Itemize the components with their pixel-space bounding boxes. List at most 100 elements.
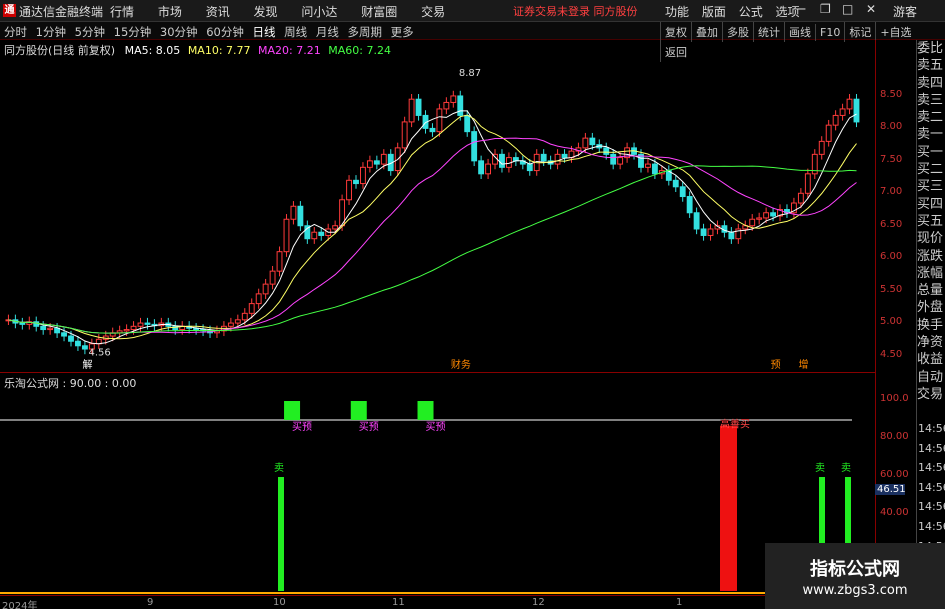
period-monthly[interactable]: 月线 bbox=[316, 25, 339, 39]
login-status[interactable]: 证券交易未登录 同方股份 bbox=[513, 3, 638, 19]
ma5-legend: MA5: 8.05 bbox=[124, 44, 181, 57]
candle-body bbox=[450, 95, 457, 103]
sidebar-item[interactable]: 换手 bbox=[917, 317, 945, 334]
sidebar-item[interactable]: 买五 bbox=[917, 213, 945, 230]
candle-body bbox=[19, 322, 26, 325]
menu-shichang[interactable]: 市场 bbox=[158, 5, 182, 19]
menu-zixun[interactable]: 资讯 bbox=[206, 5, 230, 19]
buy-signal-box bbox=[350, 401, 367, 420]
sidebar-item[interactable]: 卖一 bbox=[917, 126, 945, 143]
indicator-title: 乐淘公式网 : 90.00 : 0.00 bbox=[4, 377, 137, 390]
sidebar-item[interactable]: 净资 bbox=[917, 334, 945, 351]
period-weekly[interactable]: 周线 bbox=[284, 25, 307, 39]
menu-gongneng[interactable]: 功能 bbox=[665, 5, 689, 19]
sidebar-item[interactable]: 买一 bbox=[917, 144, 945, 161]
menu-hangqing[interactable]: 行情 bbox=[110, 5, 134, 19]
xaxis-label: 9 bbox=[147, 597, 154, 608]
period-15min[interactable]: 15分钟 bbox=[114, 25, 152, 39]
minimize-icon[interactable]: ─ bbox=[798, 2, 805, 16]
restore-icon[interactable]: ❐ bbox=[820, 2, 831, 16]
sidebar-item[interactable]: 卖三 bbox=[917, 92, 945, 109]
menu-gongshi[interactable]: 公式 bbox=[739, 5, 763, 19]
candle-body bbox=[749, 218, 756, 227]
sidebar-item[interactable]: 总量 bbox=[917, 282, 945, 299]
event-label: 预 bbox=[771, 359, 781, 371]
candle-body bbox=[770, 212, 777, 217]
indicator-tick: 100.0 bbox=[880, 393, 909, 404]
red-signal-bar bbox=[720, 425, 737, 591]
period-60min[interactable]: 60分钟 bbox=[206, 25, 244, 39]
candle-body bbox=[68, 335, 74, 342]
btn-tongji[interactable]: 统计 bbox=[753, 22, 784, 42]
tick-time: 14:56 bbox=[918, 422, 945, 435]
candlestick-chart[interactable]: 8.87 4.56解 财务 预 增 bbox=[0, 40, 875, 372]
btn-fuquan[interactable]: 复权 bbox=[660, 22, 691, 42]
candle-body bbox=[380, 153, 387, 165]
candle-body bbox=[471, 131, 478, 162]
low-price-label: 4.56 bbox=[88, 348, 110, 359]
menu-faxian[interactable]: 发现 bbox=[254, 5, 278, 19]
candle-body bbox=[283, 218, 290, 253]
candle-body bbox=[137, 322, 144, 327]
sidebar-item[interactable]: 自动 bbox=[917, 369, 945, 386]
sidebar-item[interactable]: 卖四 bbox=[917, 75, 945, 92]
sidebar-item[interactable]: 涨跌 bbox=[917, 248, 945, 265]
period-5min[interactable]: 5分钟 bbox=[75, 25, 105, 39]
period-30min[interactable]: 30分钟 bbox=[160, 25, 198, 39]
app-logo-icon: 通 bbox=[3, 4, 16, 17]
period-fenshi[interactable]: 分时 bbox=[4, 25, 27, 39]
menu-xuanxiang[interactable]: 选项 bbox=[776, 5, 800, 19]
sidebar-item[interactable]: 涨幅 bbox=[917, 265, 945, 282]
sidebar-item[interactable]: 卖二 bbox=[917, 109, 945, 126]
candle-body bbox=[645, 163, 651, 168]
period-1min[interactable]: 1分钟 bbox=[36, 25, 66, 39]
btn-biaoji[interactable]: 标记 bbox=[844, 22, 875, 42]
menu-jiaoyi[interactable]: 交易 bbox=[421, 5, 445, 19]
candle-body bbox=[47, 327, 54, 331]
sidebar-item[interactable]: 卖五 bbox=[917, 57, 945, 74]
period-more[interactable]: 更多 bbox=[391, 25, 414, 39]
sidebar-item[interactable]: 买四 bbox=[917, 196, 945, 213]
ma10-line bbox=[8, 114, 857, 340]
candle-body bbox=[276, 251, 283, 272]
sidebar-item[interactable]: 买三 bbox=[917, 178, 945, 195]
guest-label[interactable]: 游客 bbox=[893, 3, 917, 20]
candle-body bbox=[603, 147, 610, 155]
candle-body bbox=[234, 319, 241, 324]
btn-f10[interactable]: F10 bbox=[815, 24, 844, 41]
candle-body bbox=[832, 114, 839, 126]
menu-wenxiaoda[interactable]: 问小达 bbox=[301, 5, 337, 19]
btn-add-watchlist[interactable]: +自选 bbox=[875, 22, 915, 42]
candle-body bbox=[346, 179, 352, 201]
period-multi[interactable]: 多周期 bbox=[347, 25, 382, 39]
btn-huaxian[interactable]: 画线 bbox=[784, 22, 815, 42]
sidebar-item[interactable]: 买二 bbox=[917, 161, 945, 178]
menu-caifuquan[interactable]: 财富圈 bbox=[361, 5, 397, 19]
candle-body bbox=[839, 108, 846, 116]
maximize-icon[interactable]: □ bbox=[842, 2, 853, 16]
watermark-logo: 指标公式网 www.zbgs3.com bbox=[765, 543, 945, 609]
red-signal-label: 高善买 bbox=[720, 418, 750, 431]
candle-body bbox=[610, 153, 617, 165]
sidebar-item[interactable]: 交易 bbox=[917, 386, 945, 403]
price-tick: 8.00 bbox=[880, 121, 903, 133]
close-icon[interactable]: ✕ bbox=[866, 2, 876, 16]
sidebar-item[interactable]: 收益 bbox=[917, 351, 945, 368]
period-daily[interactable]: 日线 bbox=[253, 25, 276, 39]
candle-body bbox=[464, 114, 471, 133]
main-chart-panel[interactable]: 8.87 4.56 解 财务 预 增 同方股份(日线 前复权) MA5: 8.05 MA1… bbox=[0, 40, 875, 372]
sidebar-item[interactable]: 现价 bbox=[917, 230, 945, 247]
indicator-chart[interactable]: 买预 买预 买预卖 卖 卖 高善买 bbox=[0, 373, 875, 595]
menu-banmian[interactable]: 版面 bbox=[702, 5, 726, 19]
sidebar-item[interactable]: 外盘 bbox=[917, 299, 945, 316]
watermark-line2: www.zbgs3.com bbox=[802, 583, 908, 598]
indicator-panel[interactable]: 买预 买预 买预卖 卖 卖 高善买 乐淘公式网 : 90.00 : 0.00 bbox=[0, 372, 875, 594]
event-label: 增 bbox=[798, 358, 808, 371]
buy-signal-box bbox=[417, 401, 434, 420]
candle-body bbox=[366, 160, 373, 168]
price-tick: 7.00 bbox=[880, 186, 903, 198]
sidebar-item[interactable]: 委比 bbox=[917, 40, 945, 57]
btn-diejia[interactable]: 叠加 bbox=[691, 22, 722, 42]
ma10-legend: MA10: 7.77 bbox=[187, 44, 251, 57]
btn-duogu[interactable]: 多股 bbox=[722, 22, 753, 42]
